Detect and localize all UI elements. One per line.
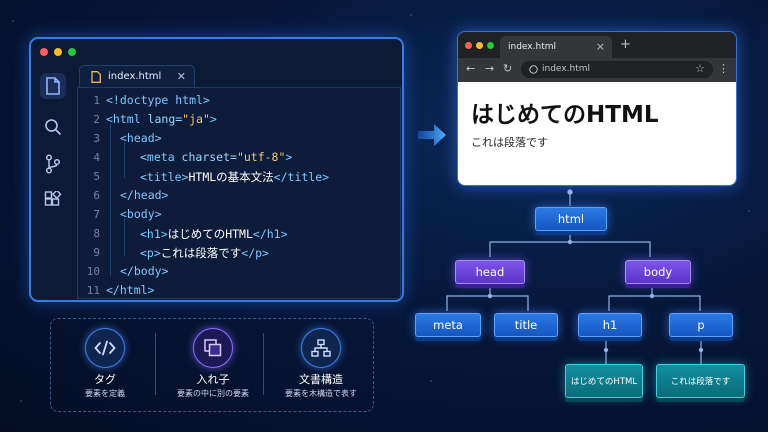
tree-node-label: これは段落です xyxy=(670,377,731,387)
tree-node-label: はじめてのHTML xyxy=(570,377,638,387)
tree-node-meta[interactable]: meta xyxy=(415,313,481,337)
tree-node-html[interactable]: html xyxy=(535,207,607,231)
tree-node-p[interactable]: p xyxy=(669,313,733,337)
tree-node-h1-text[interactable]: はじめてのHTML xyxy=(565,364,643,398)
tree-connectors xyxy=(446,189,704,367)
tree-node-label: p xyxy=(697,318,705,332)
tree-node-title[interactable]: title xyxy=(494,313,558,337)
tree-node-label: head xyxy=(475,265,505,279)
tree-node-p-text[interactable]: これは段落です xyxy=(656,364,745,398)
tree-node-head[interactable]: head xyxy=(455,260,525,284)
tree-node-label: title xyxy=(514,318,538,332)
tree-node-label: meta xyxy=(433,318,463,332)
tree-node-label: h1 xyxy=(602,318,618,332)
tree-node-body[interactable]: body xyxy=(625,260,691,284)
tree-node-label: body xyxy=(643,265,673,279)
tree-node-label: html xyxy=(557,212,585,226)
tree-node-h1[interactable]: h1 xyxy=(578,313,642,337)
